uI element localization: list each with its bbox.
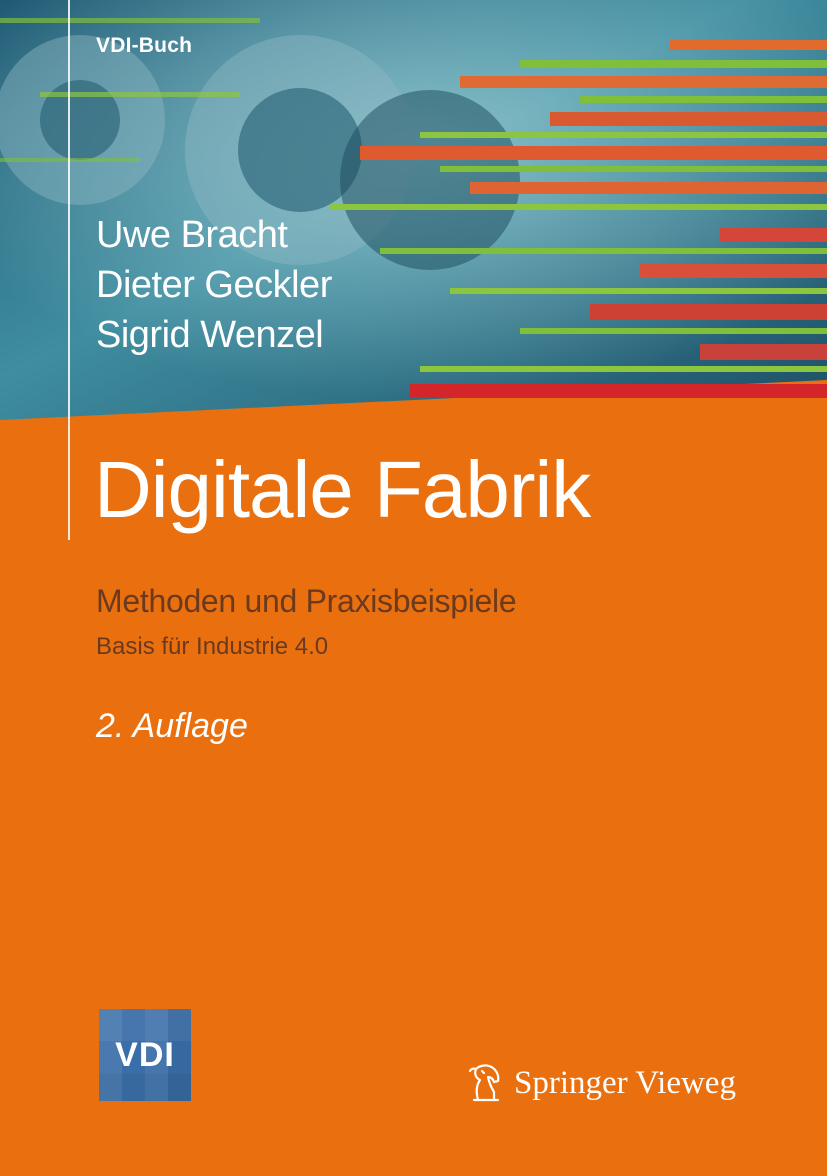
publisher-logo: Springer Vieweg <box>464 1060 736 1106</box>
authors-block: Uwe Bracht Dieter Geckler Sigrid Wenzel <box>96 210 332 360</box>
springer-horse-icon <box>468 1064 500 1102</box>
edition-label: 2. Auflage <box>96 707 248 745</box>
cover-vertical-rule <box>68 0 70 540</box>
book-cover: VDI-Buch Uwe Bracht Dieter Geckler Sigri… <box>0 0 827 1176</box>
author-name: Sigrid Wenzel <box>96 314 324 356</box>
book-subtitle: Methoden und Praxisbeispiele <box>96 583 517 619</box>
publisher-name: Springer Vieweg <box>514 1064 736 1101</box>
author-name: Uwe Bracht <box>96 214 288 256</box>
vdi-logo-text: VDI <box>115 1035 175 1074</box>
book-title: Digitale Fabrik <box>94 445 591 534</box>
book-subtitle-secondary: Basis für Industrie 4.0 <box>96 633 329 660</box>
author-name: Dieter Geckler <box>96 264 332 306</box>
vdi-logo: VDI <box>99 1009 191 1101</box>
series-name: VDI-Buch <box>96 34 193 57</box>
